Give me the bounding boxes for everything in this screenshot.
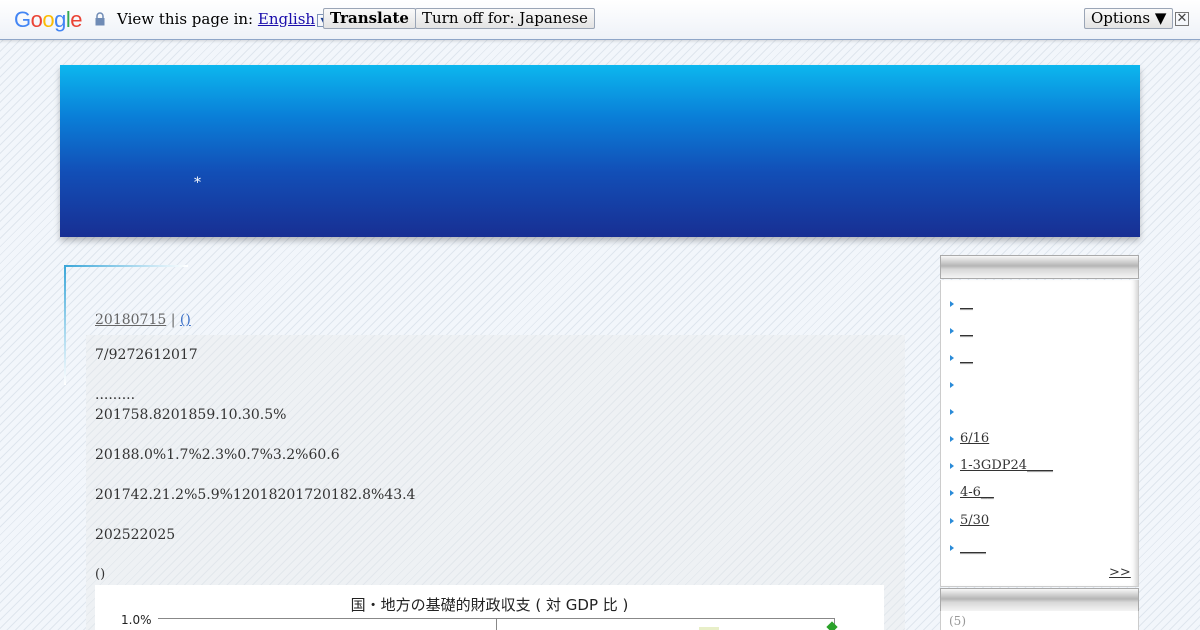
translate-prompt: View this page in: English▼ [117, 10, 331, 28]
post-frame-top [64, 265, 188, 267]
language-select[interactable]: English [258, 10, 315, 28]
sidebar-item-link[interactable]: 6/16 [960, 431, 989, 446]
sidebar-item[interactable]: 1-3GDP24____ [950, 458, 1053, 473]
sidebar-item-link[interactable]: __ [960, 296, 973, 311]
sidebar-item-link[interactable]: 5/30 [960, 513, 989, 528]
sidebar-item-link[interactable]: 1-3GDP24____ [960, 458, 1053, 473]
post-paragraph: 201758.8201859.10.30.5% [95, 407, 287, 423]
bullet-icon [950, 300, 954, 307]
sidebar-item-link[interactable]: __ [960, 350, 973, 365]
sidebar-item[interactable]: __ [950, 323, 973, 338]
chart-title: 国・地方の基礎的財政収支 ( 対 GDP 比 ) [350, 596, 629, 614]
post-paragraph: 201742.21.2%5.9%12018201720182.8%43.4 [95, 487, 416, 503]
sidebar-item[interactable]: ____ [950, 540, 986, 555]
post-meta: 20180715 | () [95, 312, 191, 328]
turn-off-button[interactable]: Turn off for: Japanese [415, 8, 595, 29]
close-icon[interactable]: ✕ [1175, 12, 1189, 26]
more-link[interactable]: >> [1109, 565, 1131, 580]
google-logo: Google [14, 7, 83, 32]
chart-point-marker [826, 621, 838, 630]
sidebar-item[interactable]: 4-6__ [950, 485, 994, 500]
chart-divider [496, 618, 497, 630]
meta-separator: | [170, 312, 176, 328]
post-paragraph: () [95, 567, 106, 582]
sidebar-item[interactable]: 5/30 [950, 513, 989, 528]
post-date-link[interactable]: 20180715 [95, 312, 166, 328]
bullet-icon [950, 517, 954, 524]
sidebar-item-partial: (5) [949, 614, 966, 628]
sidebar-item[interactable]: __ [950, 296, 973, 311]
sidebar-item-link[interactable]: ____ [960, 540, 986, 555]
bullet-icon [950, 489, 954, 496]
bullet-icon [950, 462, 954, 469]
sidebar-header [940, 255, 1139, 279]
post-paragraph: 7/9272612017 [95, 347, 198, 363]
sidebar-item[interactable]: __ [950, 350, 973, 365]
bullet-icon [950, 408, 954, 415]
sidebar-section: (5) [940, 611, 1139, 630]
bullet-icon [950, 381, 954, 388]
lock-icon [95, 12, 105, 26]
bullet-icon [950, 354, 954, 361]
translate-button[interactable]: Translate [323, 8, 416, 29]
banner-mark: * [194, 175, 201, 191]
translate-bar: Google View this page in: English▼ Trans… [0, 0, 1200, 40]
translate-prompt-text: View this page in: [117, 10, 254, 28]
sidebar-item-link[interactable]: __ [960, 323, 973, 338]
header-banner: * [60, 65, 1140, 237]
sidebar-item[interactable] [950, 404, 960, 419]
post-paragraph: 202522025 [95, 527, 176, 543]
post-category-link[interactable]: () [180, 312, 191, 328]
chart-tick-label: 1.0% [121, 613, 152, 627]
post-paragraph: 20188.0%1.7%2.3%0.7%3.2%60.6 [95, 447, 340, 463]
post-frame-left [64, 265, 66, 385]
sidebar-item-link[interactable]: 4-6__ [960, 485, 994, 500]
chart-image: 国・地方の基礎的財政収支 ( 対 GDP 比 ) 1.0% [95, 585, 884, 630]
bullet-icon [950, 327, 954, 334]
sidebar-header [940, 588, 1139, 612]
sidebar-item[interactable]: 6/16 [950, 431, 989, 446]
sidebar-item[interactable] [950, 377, 960, 392]
bullet-icon [950, 435, 954, 442]
post-paragraph: ......... [95, 387, 136, 403]
options-button[interactable]: Options ▼ [1084, 8, 1174, 29]
bullet-icon [950, 544, 954, 551]
